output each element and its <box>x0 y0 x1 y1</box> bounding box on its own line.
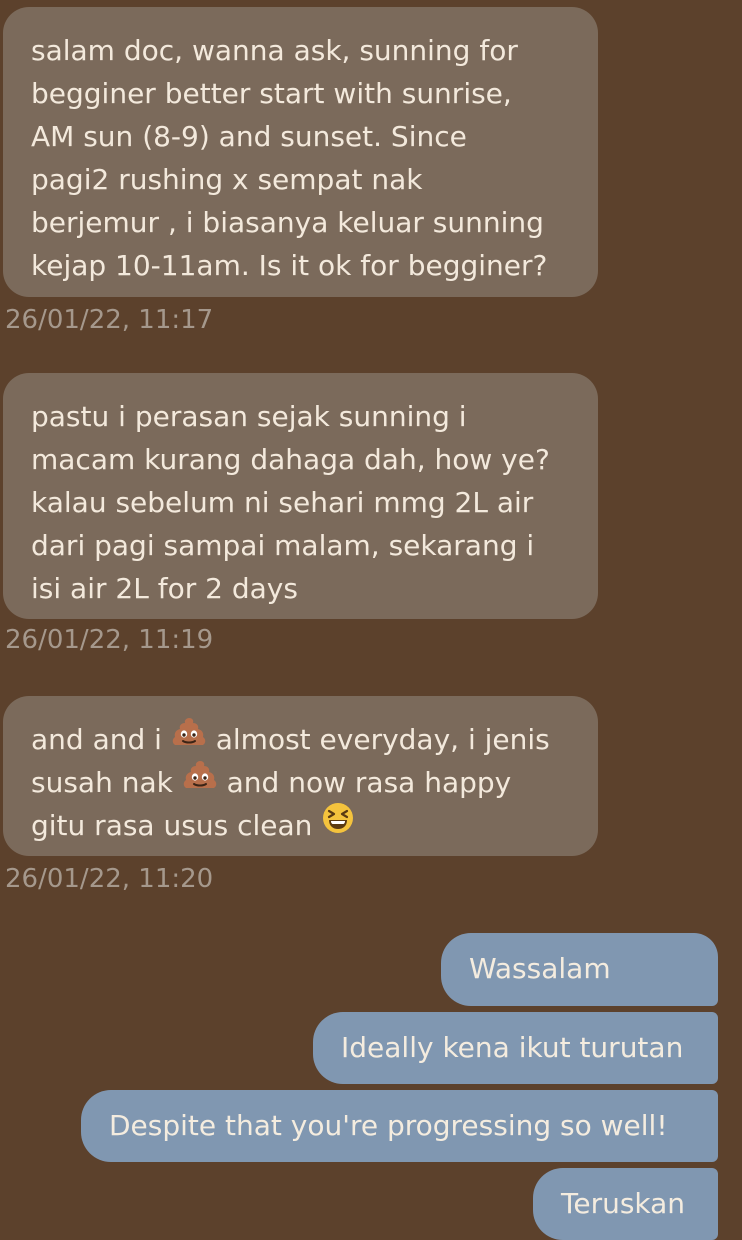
message-timestamp: 26/01/22, 11:20 <box>5 864 214 894</box>
message-text: and now rasa happy <box>217 766 512 799</box>
message-text: gitu rasa usus clean <box>31 809 322 842</box>
outgoing-message-bubble[interactable]: Ideally kena ikut turutan <box>313 1012 718 1084</box>
message-line: pagi2 rushing x sempat nak <box>31 163 423 196</box>
incoming-message-bubble[interactable]: salam doc, wanna ask, sunning for beggin… <box>3 7 598 297</box>
message-line: AM sun (8-9) and sunset. Since <box>31 120 467 153</box>
message-line: kalau sebelum ni sehari mmg 2L air <box>31 486 534 519</box>
outgoing-message-bubble[interactable]: Wassalam <box>441 933 718 1006</box>
outgoing-message-bubble[interactable]: Despite that you're progressing so well! <box>81 1090 718 1162</box>
incoming-message-bubble[interactable]: and and i almost everyday, i jenis susah… <box>3 696 598 856</box>
laughing-emoji-icon <box>321 801 355 847</box>
outgoing-message-bubble[interactable]: Teruskan <box>533 1168 718 1240</box>
message-timestamp: 26/01/22, 11:19 <box>5 625 214 655</box>
message-line: pastu i perasan sejak sunning i <box>31 400 467 433</box>
chat-thread: salam doc, wanna ask, sunning for beggin… <box>0 0 742 1240</box>
message-text: and and i <box>31 723 171 756</box>
message-line: berjemur , i biasanya keluar sunning <box>31 206 544 239</box>
message-line: and and i almost everyday, i jenis <box>31 718 572 761</box>
message-line: begginer better start with sunrise, <box>31 77 512 110</box>
message-line: gitu rasa usus clean <box>31 801 572 847</box>
message-line: dari pagi sampai malam, sekarang i <box>31 529 535 562</box>
poop-emoji-icon <box>171 715 207 761</box>
message-line: salam doc, wanna ask, sunning for <box>31 34 518 67</box>
message-text: almost everyday, i jenis <box>206 723 550 756</box>
message-line: isi air 2L for 2 days <box>31 572 298 605</box>
incoming-message-bubble[interactable]: pastu i perasan sejak sunning i macam ku… <box>3 373 598 619</box>
message-text: susah nak <box>31 766 182 799</box>
message-line: kejap 10-11am. Is it ok for begginer? <box>31 249 548 282</box>
message-timestamp: 26/01/22, 11:17 <box>5 305 214 335</box>
message-line: macam kurang dahaga dah, how ye? <box>31 443 550 476</box>
poop-emoji-icon <box>182 758 218 804</box>
message-line: susah nak and now rasa happy <box>31 761 572 804</box>
